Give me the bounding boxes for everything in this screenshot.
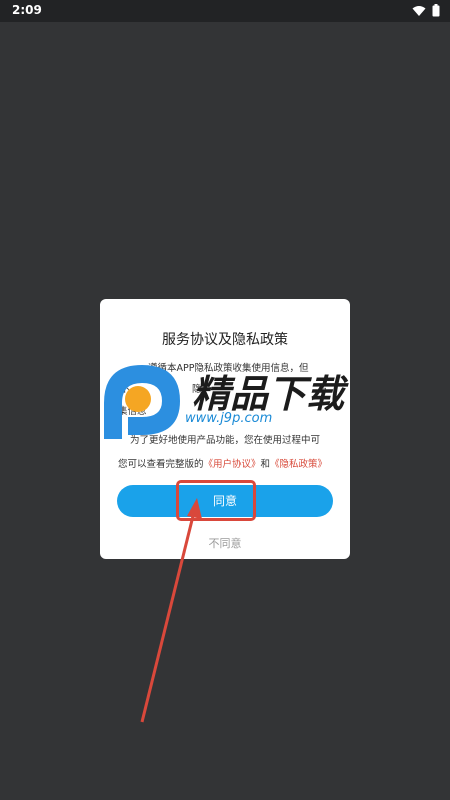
annotation-arrow-icon xyxy=(140,498,202,723)
